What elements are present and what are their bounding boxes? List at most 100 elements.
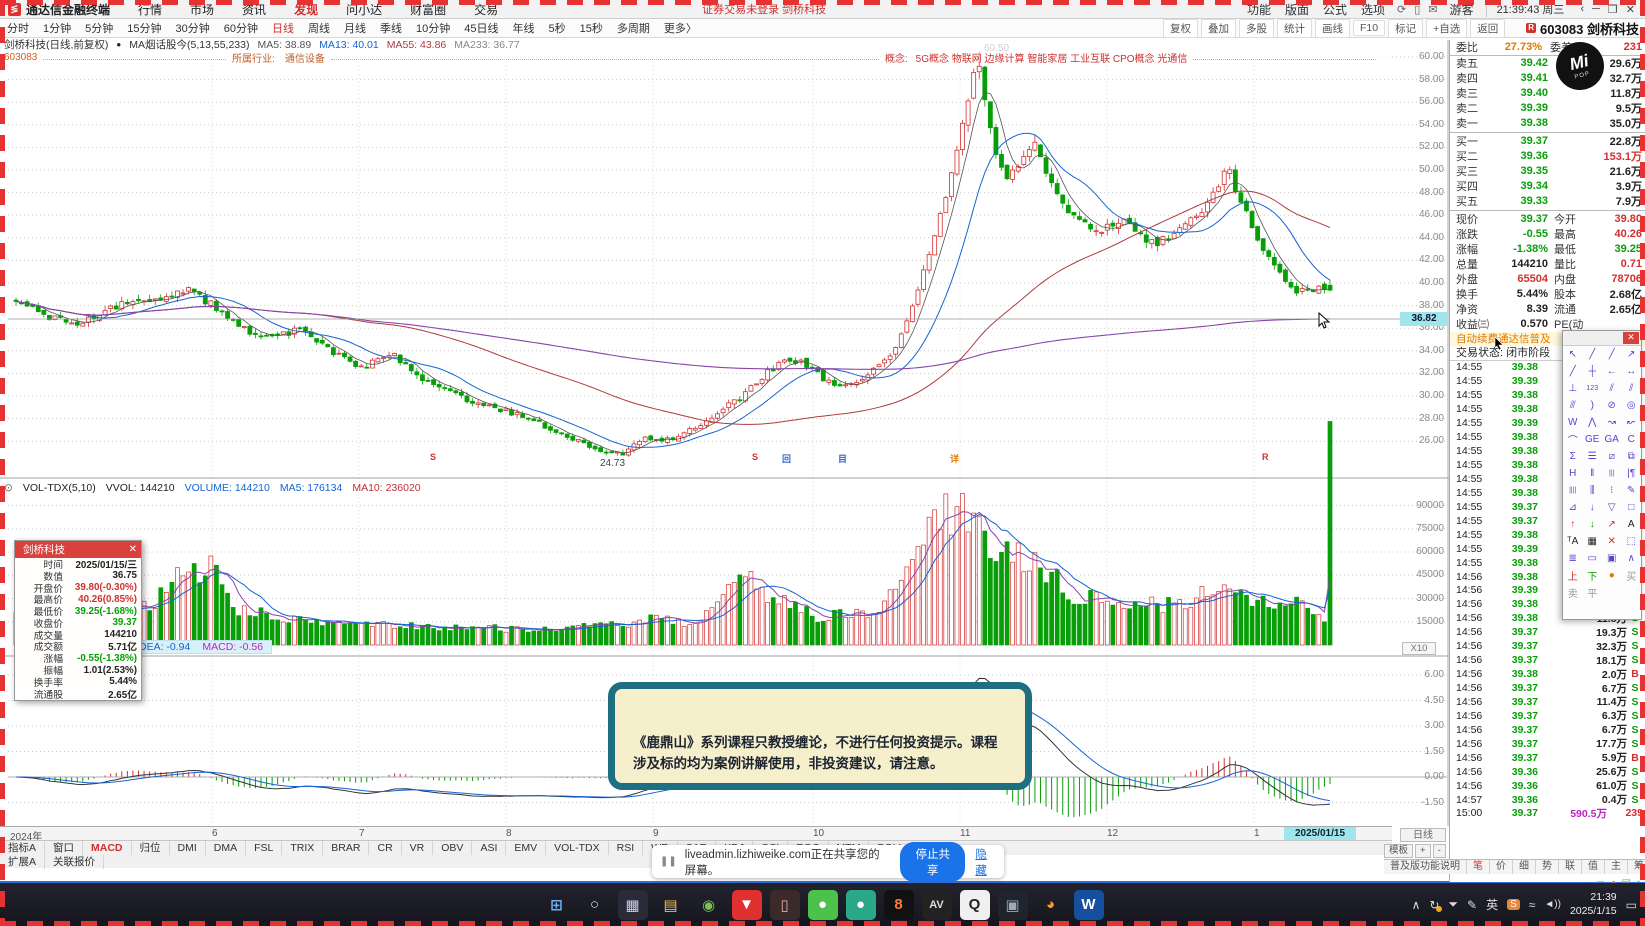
buy-row-4[interactable]: 买四 39.34 3.9万	[1450, 179, 1645, 194]
topbar-icon-1[interactable]: ▯	[1414, 3, 1420, 16]
indicator-tab-CR[interactable]: CR	[369, 841, 402, 855]
secondary-tab-1[interactable]: 关联报价	[45, 854, 105, 869]
drawing-tool[interactable]: ⊘	[1602, 397, 1622, 414]
event-marker[interactable]: S	[752, 452, 758, 462]
concept-values[interactable]: 5G概念 物联网 边缘计算 智能家居 工业互联 CPO概念 光通信	[916, 50, 1188, 65]
right-tab-2[interactable]: 价	[1490, 860, 1513, 874]
right-tab-8[interactable]: 筹	[1628, 860, 1645, 874]
palette-close-icon[interactable]: ✕	[1623, 332, 1639, 344]
drawing-tool[interactable]: |¶	[1622, 465, 1642, 482]
chart-tool-2[interactable]: 多股	[1238, 18, 1274, 38]
drawing-tool[interactable]: ⫻	[1563, 397, 1583, 414]
pen-icon[interactable]: ✎	[1467, 898, 1477, 912]
period-11[interactable]: 45日线	[457, 20, 505, 36]
drawing-tool[interactable]: ⋀	[1583, 414, 1603, 431]
drawing-tool[interactable]: 卖	[1563, 584, 1583, 601]
drawing-tool[interactable]: ↑	[1563, 516, 1583, 533]
drawing-tool[interactable]: 平	[1583, 584, 1603, 601]
drawing-tool[interactable]: ⫽	[1602, 380, 1622, 397]
buy-row-1[interactable]: 买一 39.37 22.8万	[1450, 134, 1645, 149]
qq-app[interactable]: Q	[959, 889, 990, 920]
chart-tool-0[interactable]: 复权	[1162, 18, 1198, 38]
camera-app[interactable]: ▣	[997, 889, 1028, 920]
wifi-icon[interactable]: ≈	[1529, 898, 1536, 912]
indicator-tab-VR[interactable]: VR	[402, 841, 434, 855]
tick-row[interactable]: 14:56 39.37 6.7万 S	[1450, 681, 1645, 695]
drawing-tool[interactable]: 下	[1583, 567, 1603, 584]
popup-close-icon[interactable]: ✕	[129, 544, 137, 555]
drawing-tool[interactable]: GA	[1602, 431, 1622, 448]
drawing-tool[interactable]: 上	[1563, 567, 1583, 584]
period-0[interactable]: 分时	[0, 20, 36, 36]
sell-row-2[interactable]: 卖二 39.39 9.5万	[1450, 101, 1645, 116]
drawing-tool[interactable]: ▽	[1602, 499, 1622, 516]
right-tab-5[interactable]: 联	[1559, 860, 1582, 874]
indicator-tab-DMA[interactable]: DMA	[206, 841, 247, 855]
period-16[interactable]: 更多〉	[657, 20, 704, 36]
right-tab-7[interactable]: 主	[1605, 860, 1628, 874]
period-15[interactable]: 多周期	[610, 20, 657, 36]
period-1[interactable]: 1分钟	[36, 20, 78, 36]
palette-header[interactable]: ✕	[1563, 331, 1641, 346]
period-13[interactable]: 5秒	[542, 20, 573, 36]
chart-tool-3[interactable]: 统计	[1276, 18, 1312, 38]
chart-tool-6[interactable]: 标记	[1388, 18, 1424, 38]
pause-icon[interactable]: ❚❚	[660, 856, 677, 867]
drawing-tool[interactable]: |||	[1602, 465, 1622, 482]
drawing-tool[interactable]: ⧄	[1602, 448, 1622, 465]
drawing-tool[interactable]: ↓	[1583, 499, 1603, 516]
drawing-tool[interactable]: ∧	[1622, 550, 1642, 567]
drawing-tool[interactable]: 123	[1583, 380, 1603, 397]
meeting-app[interactable]: ●	[845, 889, 876, 920]
period-4[interactable]: 30分钟	[169, 20, 217, 36]
minimize-button[interactable]: ─	[1588, 3, 1604, 16]
drawing-tool[interactable]: ◎	[1622, 397, 1642, 414]
word-app[interactable]: W	[1073, 889, 1104, 920]
sell-row-4[interactable]: 卖四 39.41 32.7万	[1450, 71, 1645, 86]
maximize-button[interactable]: ❐	[1604, 3, 1622, 16]
menu-item-3[interactable]: 发现	[280, 1, 332, 18]
tick-row[interactable]: 14:56 39.36 25.6万 S	[1450, 765, 1645, 779]
period-14[interactable]: 15秒	[573, 20, 610, 36]
drawing-tool[interactable]: ←	[1602, 363, 1622, 380]
drawing-tool[interactable]: ✎	[1622, 482, 1642, 499]
chart-tool-7[interactable]: +自选	[1426, 18, 1468, 38]
drawing-tool[interactable]: ☰	[1583, 448, 1603, 465]
chart-tool-4[interactable]: 画线	[1314, 18, 1350, 38]
secondary-tab-0[interactable]: 扩展A	[0, 854, 46, 869]
drawing-tool[interactable]: C	[1622, 431, 1642, 448]
task-view-app[interactable]: ▦	[617, 889, 648, 920]
file-explorer[interactable]: ▤	[656, 890, 686, 920]
chart-tool-1[interactable]: 叠加	[1200, 18, 1236, 38]
buy-row-5[interactable]: 买五 39.33 7.9万	[1450, 194, 1645, 209]
right-menu-2[interactable]: 公式	[1323, 1, 1347, 18]
menu-item-4[interactable]: 问小达	[332, 1, 396, 18]
right-tab-0[interactable]: 普及版功能说明	[1384, 860, 1467, 874]
drawing-tool[interactable]: ┼	[1583, 363, 1603, 380]
phone-app[interactable]: ▯	[769, 889, 800, 920]
tick-row[interactable]: 14:56 39.37 5.9万 B	[1450, 751, 1645, 765]
event-marker[interactable]: 回	[782, 452, 791, 465]
chart-tool-5[interactable]: F10	[1352, 20, 1386, 36]
drawing-tool[interactable]: A	[1622, 516, 1642, 533]
sync-icon[interactable]: ↻	[1429, 898, 1443, 912]
topbar-icon-2[interactable]: ✉	[1428, 3, 1437, 16]
period-7[interactable]: 周线	[301, 20, 337, 36]
drawing-tool[interactable]: ⁝	[1602, 482, 1622, 499]
zoom-out-button[interactable]: -	[1432, 844, 1446, 858]
firefox-browser[interactable]: ◕	[1036, 890, 1066, 920]
period-12[interactable]: 年线	[506, 20, 542, 36]
indicator-tab-OBV[interactable]: OBV	[433, 841, 473, 855]
hide-share-link[interactable]: 隐藏	[975, 846, 996, 878]
start-button[interactable]: ⊞	[542, 890, 572, 920]
drawing-tool[interactable]: ▣	[1602, 550, 1622, 567]
right-tab-4[interactable]: 势	[1536, 860, 1559, 874]
close-button[interactable]: ✕	[1622, 3, 1639, 16]
right-tab-6[interactable]: 值	[1582, 860, 1605, 874]
indicator-tab-DMI[interactable]: DMI	[170, 841, 206, 855]
indicator-tab-窗口[interactable]: 窗口	[45, 841, 84, 855]
indicator-tab-EMV[interactable]: EMV	[506, 841, 547, 855]
drawing-tool[interactable]: GE	[1583, 431, 1603, 448]
drawing-tool[interactable]: ⊿	[1563, 499, 1583, 516]
drawing-tool[interactable]: ╱	[1563, 363, 1583, 380]
